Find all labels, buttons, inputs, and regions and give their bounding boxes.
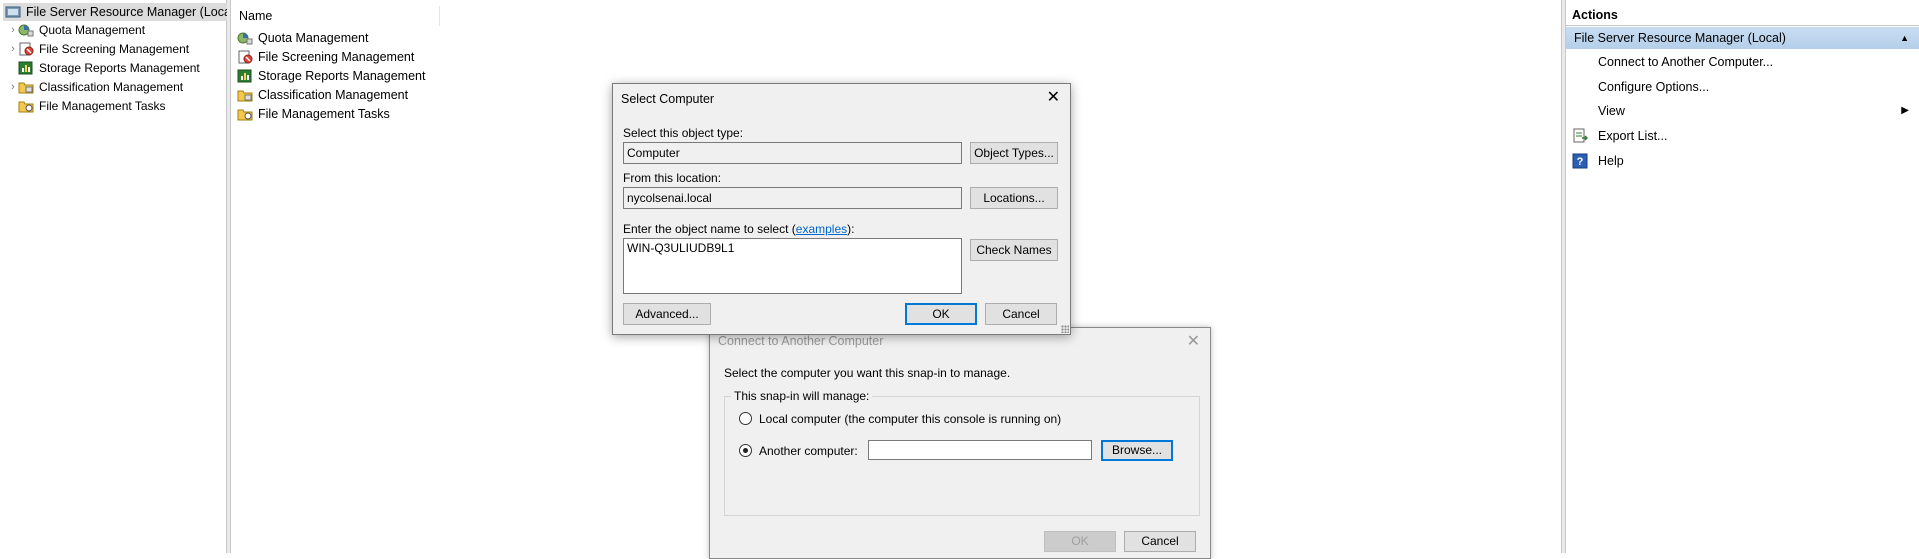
location-label: From this location: <box>623 171 722 185</box>
select-computer-dialog: Select Computer ✕ Select this object typ… <box>612 83 1071 335</box>
file-management-tasks-icon <box>237 107 253 121</box>
tree-item-label: Classification Management <box>39 80 184 94</box>
object-type-field <box>623 142 962 164</box>
object-name-label: Enter the object name to select (example… <box>623 222 855 236</box>
actions-section-header[interactable]: File Server Resource Manager (Local) ▲ <box>1566 27 1919 49</box>
tree-item-label: Storage Reports Management <box>39 61 200 75</box>
quota-icon <box>18 23 34 37</box>
tree-item-storage-reports-management[interactable]: Storage Reports Management <box>8 59 200 77</box>
dialog-title: Connect to Another Computer <box>718 334 884 348</box>
action-help[interactable]: ? Help <box>1566 151 1919 171</box>
action-view[interactable]: View ▶ <box>1566 101 1919 121</box>
list-item-label: File Screening Management <box>258 50 415 64</box>
action-label: View <box>1598 104 1625 118</box>
dialog-title: Select Computer <box>621 92 715 106</box>
object-types-button[interactable]: Object Types... <box>970 142 1058 164</box>
action-label: Export List... <box>1598 129 1668 143</box>
list-item[interactable]: File Management Tasks <box>237 105 390 123</box>
location-field <box>623 187 962 209</box>
action-configure-options[interactable]: Configure Options... <box>1566 77 1919 97</box>
action-label: Configure Options... <box>1598 80 1710 94</box>
ok-button[interactable]: OK <box>1044 531 1116 552</box>
chevron-right-icon[interactable]: › <box>8 81 18 93</box>
tree-root-label: File Server Resource Manager (Local) <box>26 5 238 19</box>
storage-reports-icon <box>18 61 34 75</box>
tree-item-file-screening-management[interactable]: › File Screening Management <box>8 40 189 58</box>
export-list-icon <box>1572 128 1588 144</box>
actions-pane: Actions File Server Resource Manager (Lo… <box>1566 0 1919 553</box>
file-screening-icon <box>18 42 34 56</box>
tree-item-classification-management[interactable]: › Classification Management <box>8 78 183 96</box>
snap-in-manage-groupbox: This snap-in will manage: Local computer… <box>724 389 1200 516</box>
collapse-caret-icon[interactable]: ▲ <box>1900 27 1909 49</box>
list-item[interactable]: Storage Reports Management <box>237 67 425 85</box>
actions-section-label: File Server Resource Manager (Local) <box>1574 31 1786 45</box>
local-computer-label: Local computer (the computer this consol… <box>759 412 1062 426</box>
column-header-name[interactable]: Name <box>231 6 440 26</box>
action-connect-to-another-computer[interactable]: Connect to Another Computer... <box>1566 52 1919 72</box>
file-management-tasks-icon <box>18 99 34 113</box>
list-item-label: File Management Tasks <box>258 107 390 121</box>
another-computer-radio[interactable] <box>739 444 752 457</box>
file-screening-icon <box>237 50 253 64</box>
connect-to-another-computer-dialog: Connect to Another Computer ✕ Select the… <box>709 327 1211 559</box>
ok-button[interactable]: OK <box>905 303 977 325</box>
action-label: Connect to Another Computer... <box>1598 55 1774 69</box>
classification-icon <box>237 88 253 102</box>
cancel-button[interactable]: Cancel <box>985 303 1057 325</box>
svg-text:?: ? <box>1577 156 1584 168</box>
actions-header: Actions <box>1566 5 1919 26</box>
help-icon: ? <box>1572 153 1588 169</box>
object-name-input[interactable]: WIN-Q3ULIUDB9L1 <box>623 238 962 294</box>
object-type-label: Select this object type: <box>623 126 744 140</box>
browse-button[interactable]: Browse... <box>1101 440 1173 461</box>
local-computer-radio[interactable] <box>739 412 752 425</box>
chevron-right-icon[interactable]: › <box>8 24 18 36</box>
tree-item-label: File Management Tasks <box>39 99 166 113</box>
console-tree-pane: File Server Resource Manager (Local) › Q… <box>0 0 241 553</box>
quota-icon <box>237 31 253 45</box>
list-item[interactable]: Quota Management <box>237 29 369 47</box>
close-icon[interactable]: ✕ <box>1187 331 1200 351</box>
tree-root-fsrm[interactable]: File Server Resource Manager (Local) <box>3 3 241 21</box>
computer-name-input[interactable] <box>868 440 1092 460</box>
list-item-label: Classification Management <box>258 88 409 102</box>
tree-item-label: Quota Management <box>39 23 146 37</box>
another-computer-label: Another computer: <box>759 444 858 458</box>
cancel-button[interactable]: Cancel <box>1124 531 1196 552</box>
examples-link[interactable]: examples <box>796 222 847 236</box>
groupbox-label: This snap-in will manage: <box>731 389 873 403</box>
advanced-button[interactable]: Advanced... <box>623 303 711 325</box>
tree-item-label: File Screening Management <box>39 42 190 56</box>
close-icon[interactable]: ✕ <box>1047 87 1060 107</box>
list-item-label: Quota Management <box>258 31 369 45</box>
tree-item-file-management-tasks[interactable]: File Management Tasks <box>8 97 166 115</box>
fsrm-icon <box>5 5 21 19</box>
dialog-prompt: Select the computer you want this snap-i… <box>724 366 1011 380</box>
action-export-list[interactable]: Export List... <box>1566 126 1919 146</box>
locations-button[interactable]: Locations... <box>970 187 1058 209</box>
storage-reports-icon <box>237 69 253 83</box>
chevron-right-icon[interactable]: › <box>8 43 18 55</box>
check-names-button[interactable]: Check Names <box>970 239 1058 261</box>
list-item[interactable]: File Screening Management <box>237 48 414 66</box>
submenu-arrow-icon: ▶ <box>1901 105 1909 116</box>
list-item-label: Storage Reports Management <box>258 69 426 83</box>
action-label: Help <box>1598 154 1624 168</box>
list-item[interactable]: Classification Management <box>237 86 408 104</box>
tree-item-quota-management[interactable]: › Quota Management <box>8 21 145 39</box>
classification-icon <box>18 80 34 94</box>
resize-grip[interactable] <box>1061 325 1069 333</box>
